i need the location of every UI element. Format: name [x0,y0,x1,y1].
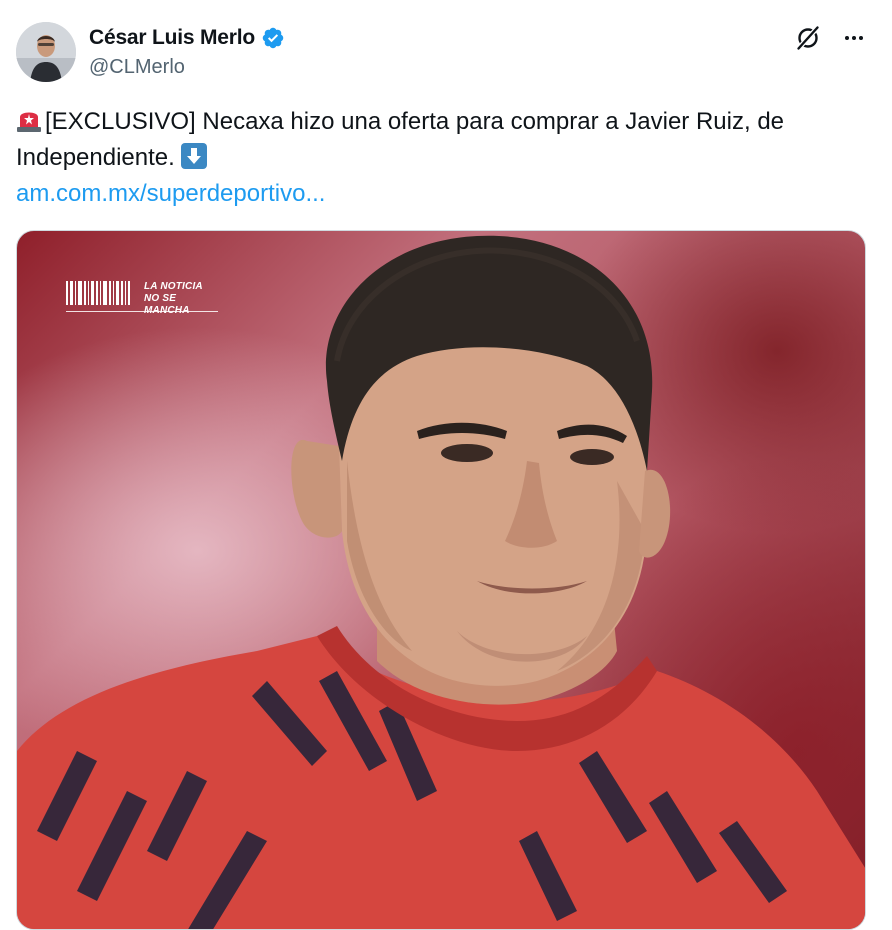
tweet-text-line1: [EXCLUSIVO] Necaxa hizo una oferta para … [45,108,785,135]
tweet-media-image[interactable]: LA NOTICIA NO SE MANCHA [16,230,866,930]
watermark-line1: LA NOTICIA [144,281,203,292]
grok-icon[interactable] [794,24,822,52]
tweet-card: César Luis Merlo @CLMerlo [EXCLUSIVO] Ne… [0,0,892,930]
more-icon[interactable] [840,24,868,52]
avatar-image [16,22,76,82]
avatar[interactable] [16,22,76,82]
author-display-name[interactable]: César Luis Merlo [89,26,255,50]
tweet-link[interactable]: am.com.mx/superdeportivo... [16,176,325,212]
player-photo [17,235,865,929]
watermark-divider [66,311,218,312]
media-watermark: LA NOTICIA NO SE MANCHA [66,281,218,316]
author-name-row[interactable]: César Luis Merlo [89,24,285,52]
barcode-icon [66,281,138,305]
siren-emoji-icon [17,112,41,132]
down-arrow-emoji-icon [180,143,207,169]
tweet-text-line2: Independiente. [16,144,175,171]
author-handle[interactable]: @CLMerlo [89,56,185,79]
tweet-text: [EXCLUSIVO] Necaxa hizo una oferta para … [16,104,866,176]
verified-badge-icon[interactable] [261,26,285,50]
watermark-line2: NO SE MANCHA [144,293,189,316]
tweet-actions-top [794,24,868,52]
